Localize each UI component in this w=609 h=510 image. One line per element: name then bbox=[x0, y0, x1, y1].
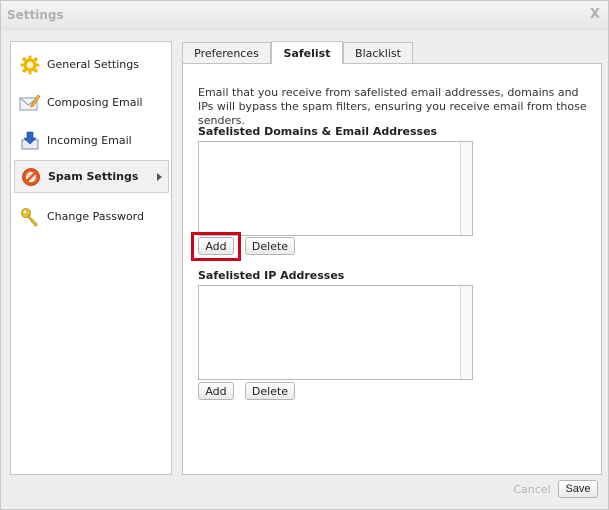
chevron-right-icon bbox=[157, 173, 162, 181]
safelist-description: Email that you receive from safelisted e… bbox=[198, 86, 587, 127]
sidebar-item-spam-settings[interactable]: Spam Settings bbox=[14, 160, 169, 193]
add-domain-button[interactable]: Add bbox=[198, 237, 234, 255]
tab-safelist[interactable]: Safelist bbox=[271, 41, 343, 64]
sidebar-item-label: Spam Settings bbox=[48, 170, 139, 183]
sidebar-item-composing-email[interactable]: Composing Email bbox=[14, 86, 169, 119]
dialog-title: Settings bbox=[7, 8, 64, 22]
sidebar-item-label: Incoming Email bbox=[47, 134, 132, 147]
tab-blacklist[interactable]: Blacklist bbox=[343, 42, 413, 64]
prohibited-icon bbox=[20, 166, 42, 188]
safelist-panel: Email that you receive from safelisted e… bbox=[182, 63, 602, 475]
delete-ip-button[interactable]: Delete bbox=[245, 382, 295, 400]
title-bar: Settings X bbox=[1, 1, 608, 31]
close-icon[interactable]: X bbox=[590, 7, 600, 22]
ips-listbox[interactable] bbox=[198, 285, 473, 380]
sidebar-item-change-password[interactable]: Change Password bbox=[14, 200, 169, 233]
ips-section-label: Safelisted IP Addresses bbox=[198, 269, 345, 282]
settings-dialog: Settings X General Settings Composing Em… bbox=[0, 0, 609, 510]
ips-scrollbar[interactable] bbox=[460, 286, 472, 379]
sidebar-item-label: Composing Email bbox=[47, 96, 143, 109]
add-ip-button[interactable]: Add bbox=[198, 382, 234, 400]
sidebar-item-incoming-email[interactable]: Incoming Email bbox=[14, 124, 169, 157]
delete-domain-button[interactable]: Delete bbox=[245, 237, 295, 255]
domains-section-label: Safelisted Domains & Email Addresses bbox=[198, 125, 438, 138]
sidebar-item-label: Change Password bbox=[47, 210, 144, 223]
save-button[interactable]: Save bbox=[558, 480, 598, 498]
tab-label: Blacklist bbox=[355, 47, 401, 60]
settings-sidebar: General Settings Composing Email Incomin… bbox=[10, 41, 172, 475]
tab-preferences[interactable]: Preferences bbox=[182, 42, 271, 64]
inbox-download-icon bbox=[19, 130, 41, 152]
tab-label: Preferences bbox=[194, 47, 259, 60]
key-icon bbox=[19, 206, 41, 228]
tab-label: Safelist bbox=[283, 46, 331, 60]
gear-icon bbox=[19, 54, 41, 76]
sidebar-item-label: General Settings bbox=[47, 58, 139, 71]
domains-listbox[interactable] bbox=[198, 141, 473, 236]
domains-scrollbar[interactable] bbox=[460, 142, 472, 235]
compose-icon bbox=[19, 92, 41, 114]
sidebar-item-general-settings[interactable]: General Settings bbox=[14, 48, 169, 81]
cancel-button[interactable]: Cancel bbox=[510, 480, 554, 498]
